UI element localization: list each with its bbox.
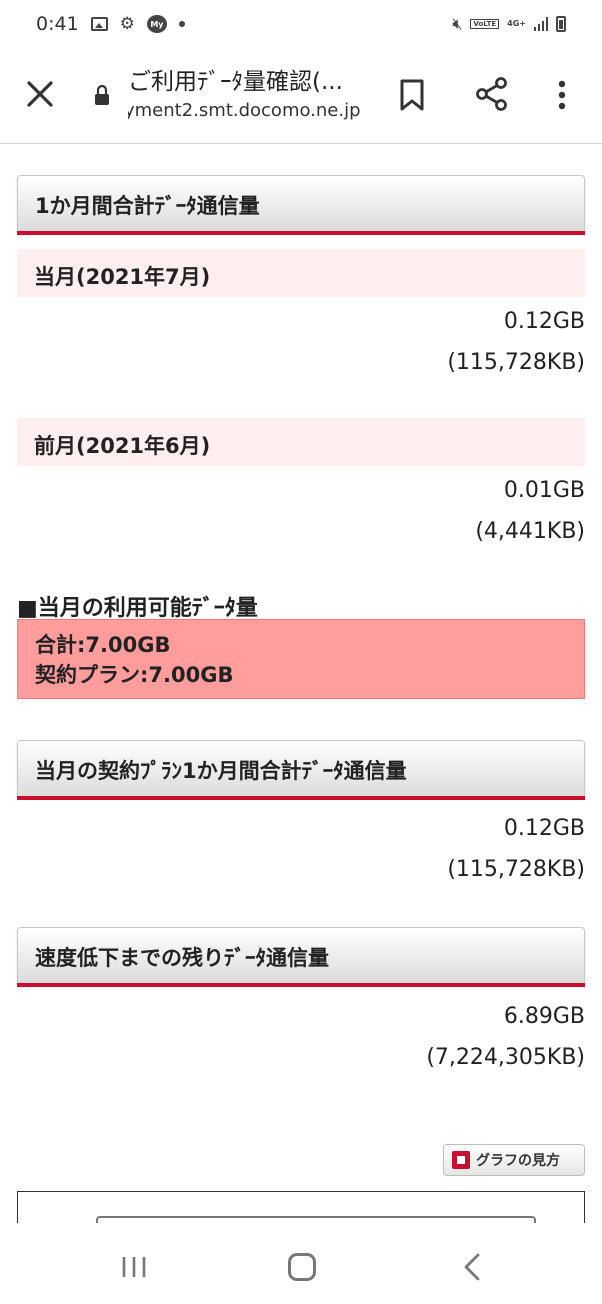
graph-help-button[interactable]: グラフの見方 [443, 1144, 585, 1176]
lock-icon [95, 84, 109, 105]
plan-total-kb: (115,728KB) [447, 857, 585, 882]
gallery-icon [90, 17, 108, 31]
recent-apps-icon[interactable] [120, 1255, 148, 1279]
signal-icon [534, 17, 548, 31]
url-text: yment2.smt.docomo.ne.jp [128, 100, 361, 121]
page-title: ご利用ﾃﾞｰﾀ量確認(... [128, 69, 343, 95]
graph-inner-frame [96, 1216, 536, 1223]
status-time: 0:41 [36, 13, 79, 35]
remaining-data-header: 速度低下までの残りﾃﾞｰﾀ通信量 [17, 927, 585, 987]
browser-toolbar: ご利用ﾃﾞｰﾀ量確認(... yment2.smt.docomo.ne.jp [0, 48, 602, 144]
previous-month-row: 前月(2021年6月) [17, 418, 585, 466]
my-docomo-icon: My [146, 15, 167, 33]
available-data-box: 合計:7.00GB 契約プラン:7.00GB [17, 619, 585, 699]
graph-frame [17, 1191, 585, 1223]
system-nav-bar [0, 1223, 602, 1304]
current-month-kb: (115,728KB) [447, 350, 585, 375]
available-total: 合計:7.00GB [35, 633, 171, 657]
monthly-total-header: 1か月間合計ﾃﾞｰﾀ通信量 [17, 175, 585, 235]
current-month-gb: 0.12GB [503, 309, 585, 334]
volte-icon: VoLTE [470, 19, 500, 29]
home-icon[interactable] [288, 1253, 316, 1281]
plan-total-gb: 0.12GB [503, 816, 585, 841]
available-plan: 契約プラン:7.00GB [35, 663, 234, 687]
current-month-row: 当月(2021年7月) [17, 249, 585, 297]
previous-month-kb: (4,441KB) [475, 519, 585, 544]
previous-month-gb: 0.01GB [503, 478, 585, 503]
bookmark-icon[interactable] [398, 78, 426, 112]
current-month-label: 当月(2021年7月) [34, 265, 211, 289]
mute-icon: 🔇︎ [452, 14, 463, 33]
plan-total-title: 当月の契約ﾌﾟﾗﾝ1か月間合計ﾃﾞｰﾀ通信量 [35, 759, 407, 783]
back-icon[interactable] [462, 1253, 482, 1281]
status-bar: 0:41 ⚙ My 🔇︎ VoLTE 4G+ [0, 0, 602, 48]
plan-total-header: 当月の契約ﾌﾟﾗﾝ1か月間合計ﾃﾞｰﾀ通信量 [17, 740, 585, 800]
notification-dot-icon [178, 21, 185, 27]
more-menu-icon[interactable] [552, 78, 572, 112]
gear-icon: ⚙ [119, 14, 135, 34]
page-content: 1か月間合計ﾃﾞｰﾀ通信量 当月(2021年7月) 0.12GB (115,72… [0, 145, 602, 1223]
graph-help-label: グラフの見方 [476, 1153, 560, 1169]
available-data-heading: ■当月の利用可能ﾃﾞｰﾀ量 [17, 596, 258, 621]
network-type-icon: 4G+ [507, 19, 526, 28]
close-icon[interactable] [22, 76, 58, 112]
address-bar[interactable]: ご利用ﾃﾞｰﾀ量確認(... yment2.smt.docomo.ne.jp [128, 66, 378, 124]
remaining-data-title: 速度低下までの残りﾃﾞｰﾀ通信量 [35, 946, 329, 970]
remaining-gb: 6.89GB [503, 1004, 585, 1029]
battery-icon [556, 16, 566, 32]
remaining-kb: (7,224,305KB) [426, 1045, 585, 1070]
monthly-total-title: 1か月間合計ﾃﾞｰﾀ通信量 [35, 194, 260, 218]
share-icon[interactable] [474, 76, 510, 112]
previous-month-label: 前月(2021年6月) [34, 434, 211, 458]
graph-help-icon [452, 1151, 470, 1169]
